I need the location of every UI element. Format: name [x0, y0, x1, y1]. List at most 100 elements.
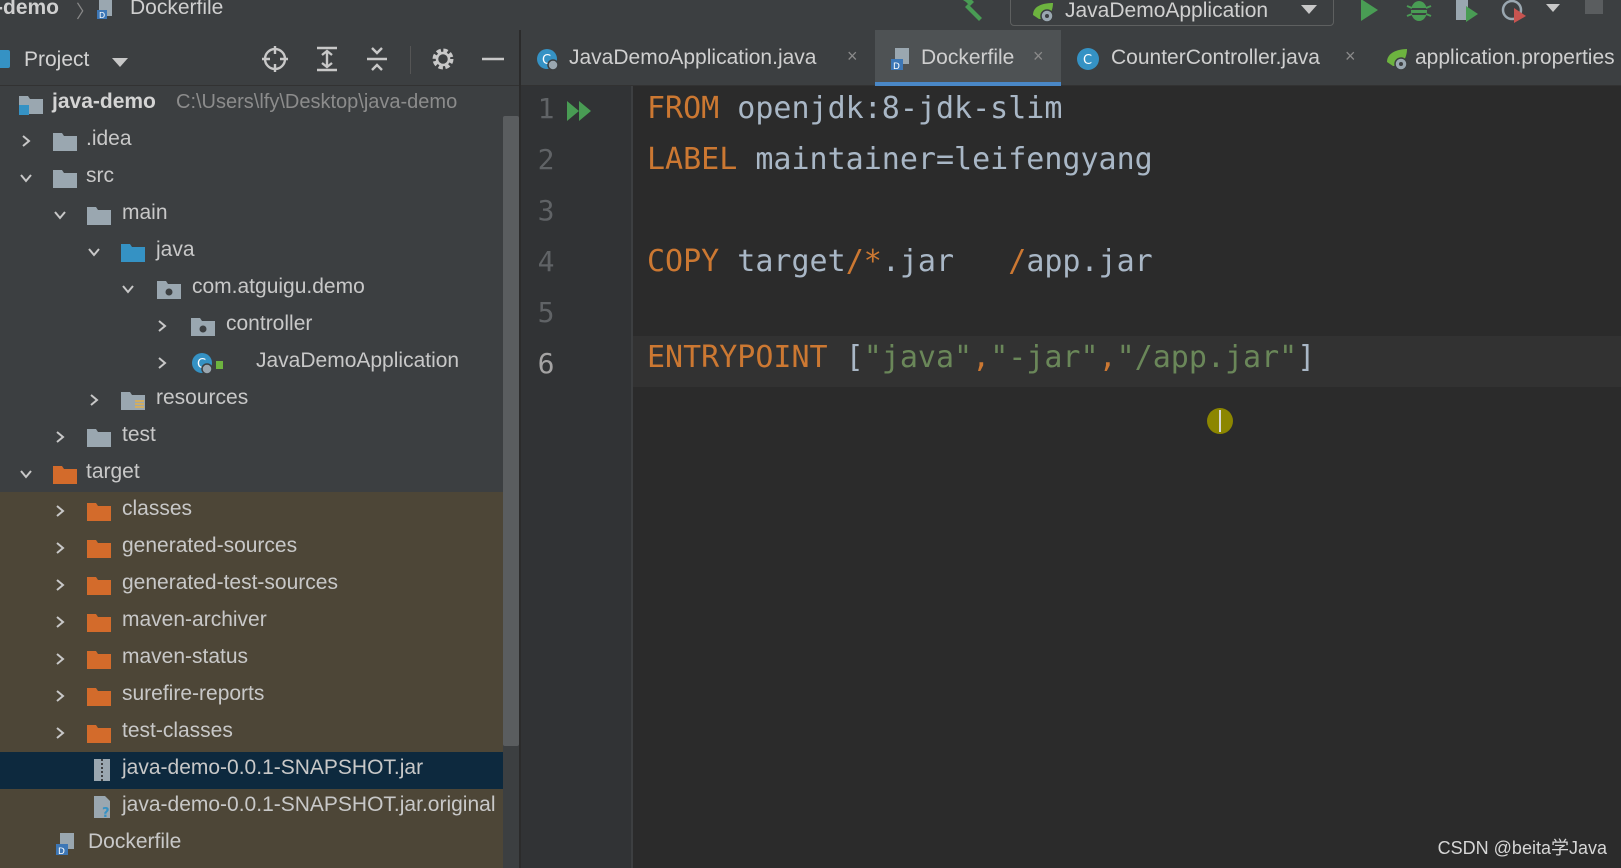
profiler-icon[interactable]	[1500, 0, 1530, 24]
chevron-right-icon[interactable]	[54, 690, 66, 702]
keyword-copy: COPY	[647, 244, 720, 279]
chevron-right-icon[interactable]	[54, 727, 66, 739]
tree-item-snapshot-jar-original[interactable]: ? java-demo-0.0.1-SNAPSHOT.jar.original	[0, 789, 503, 826]
resources-folder-icon	[121, 392, 145, 410]
code-line-1[interactable]: FROM openjdk:8-jdk-slim	[647, 91, 1062, 126]
code-line-6[interactable]: ENTRYPOINT ["java","-jar","/app.jar"]	[647, 340, 1315, 375]
svg-text:C: C	[1083, 53, 1092, 68]
tree-item-surefire-reports[interactable]: surefire-reports	[0, 678, 503, 715]
tree-item-java-demo[interactable]: java-demo C:\Users\lfy\Desktop\java-demo	[0, 86, 503, 123]
project-tree: java-demo C:\Users\lfy\Desktop\java-demo…	[0, 86, 503, 868]
collapse-all-icon[interactable]	[362, 44, 392, 74]
tab-dockerfile[interactable]: D Dockerfile ×	[875, 30, 1061, 86]
tree-item-label: maven-archiver	[122, 608, 267, 631]
chevron-down-icon[interactable]	[112, 58, 128, 67]
tree-item-src[interactable]: src	[0, 160, 503, 197]
tree-item-label: test-classes	[122, 719, 233, 742]
gutter-separator	[631, 86, 633, 868]
tree-item-test-classes[interactable]: test-classes	[0, 715, 503, 752]
run-configuration-selector[interactable]: JavaDemoApplication	[1010, 0, 1334, 26]
chevron-right-icon[interactable]	[54, 616, 66, 628]
run-with-coverage-icon[interactable]	[1452, 0, 1482, 24]
tree-item-class-javademoapplication[interactable]: C JavaDemoApplication	[0, 345, 503, 382]
string-literal: "-jar"	[990, 340, 1099, 375]
tab-application-properties[interactable]: application.properties	[1371, 30, 1621, 86]
code-text: maintainer=leifengyang	[737, 142, 1153, 177]
tree-item-label: controller	[226, 312, 313, 335]
tree-item-target[interactable]: target	[0, 456, 503, 493]
more-run-options-chevron-icon[interactable]	[1546, 4, 1560, 12]
tree-item-maven-archiver[interactable]: maven-archiver	[0, 604, 503, 641]
chevron-down-icon[interactable]	[20, 172, 32, 184]
breadcrumb-project[interactable]: -demo	[0, 0, 59, 20]
tree-item-package-controller[interactable]: controller	[0, 308, 503, 345]
tab-label: Dockerfile	[921, 46, 1015, 69]
build-hammer-icon[interactable]	[956, 0, 986, 22]
breadcrumb-file[interactable]: Dockerfile	[130, 0, 223, 20]
chevron-down-icon[interactable]	[88, 246, 100, 258]
tree-item-label: java-demo	[52, 90, 156, 113]
tree-item-label: target	[86, 460, 140, 483]
chevron-right-icon[interactable]	[54, 431, 66, 443]
code-line-2[interactable]: LABEL maintainer=leifengyang	[647, 142, 1153, 177]
spring-boot-class-icon: C	[192, 353, 223, 375]
editor-gutter[interactable]: 1 2 3 4 5 6	[521, 86, 631, 868]
tree-item-test[interactable]: test	[0, 419, 503, 456]
tab-countercontroller-java[interactable]: C CounterController.java ×	[1061, 30, 1371, 86]
tree-item-maven-status[interactable]: maven-status	[0, 641, 503, 678]
tab-close-icon[interactable]: ×	[847, 46, 858, 67]
tab-javademoapplication-java[interactable]: C JavaDemoApplication.java ×	[521, 30, 865, 86]
tree-item-package-com-atguigu-demo[interactable]: com.atguigu.demo	[0, 271, 503, 308]
tab-close-icon[interactable]: ×	[1345, 46, 1356, 67]
keyword-entrypoint: ENTRYPOINT	[647, 340, 828, 375]
chevron-right-icon[interactable]	[88, 394, 100, 406]
stop-icon[interactable]	[1585, 0, 1603, 14]
run-gutter-double-arrow-icon[interactable]	[565, 98, 595, 124]
spring-boot-class-icon: C	[537, 49, 559, 71]
chevron-right-icon[interactable]	[54, 579, 66, 591]
package-icon	[191, 318, 215, 336]
code-text: ]	[1297, 340, 1316, 375]
chevron-right-icon[interactable]	[54, 505, 66, 517]
code-line-4[interactable]: COPY target/*.jar /app.jar	[647, 244, 1153, 279]
folder-icon	[53, 170, 77, 188]
tree-item-classes[interactable]: classes	[0, 493, 503, 530]
tree-item-dockerfile[interactable]: D Dockerfile	[0, 826, 503, 863]
tree-item-idea[interactable]: .idea	[0, 123, 503, 160]
debug-bug-icon[interactable]	[1404, 0, 1434, 24]
run-configuration-label: JavaDemoApplication	[1065, 0, 1269, 22]
locate-target-icon[interactable]	[260, 44, 290, 74]
tree-item-resources[interactable]: resources	[0, 382, 503, 419]
chevron-right-icon[interactable]	[156, 320, 168, 332]
project-tree-scrollbar-thumb[interactable]	[503, 116, 519, 746]
project-view-icon	[0, 50, 10, 68]
chevron-right-icon[interactable]	[156, 357, 168, 369]
tree-item-label: java-demo-0.0.1-SNAPSHOT.jar	[122, 756, 424, 779]
project-view-selector[interactable]: Project	[24, 48, 89, 72]
tree-item-main[interactable]: main	[0, 197, 503, 234]
tab-label: application.properties	[1415, 46, 1615, 69]
svg-text:D: D	[99, 11, 105, 20]
code-text: openjdk:8-jdk-slim	[719, 91, 1063, 126]
package-icon	[157, 281, 181, 299]
gear-icon[interactable]	[428, 44, 458, 74]
chevron-down-icon[interactable]	[20, 468, 32, 480]
chevron-right-icon[interactable]	[54, 653, 66, 665]
excluded-folder-icon	[87, 725, 111, 743]
chevron-right-icon[interactable]	[54, 542, 66, 554]
code-editor[interactable]: 1 2 3 4 5 6 FROM openjdk:8-jdk-slim LABE…	[521, 86, 1621, 868]
tree-item-generated-sources[interactable]: generated-sources	[0, 530, 503, 567]
tree-item-snapshot-jar[interactable]: java-demo-0.0.1-SNAPSHOT.jar	[0, 752, 503, 789]
expand-all-icon[interactable]	[312, 44, 342, 74]
chevron-down-icon[interactable]	[54, 209, 66, 221]
chevron-down-icon	[1301, 5, 1317, 14]
hide-panel-minus-icon[interactable]	[478, 44, 508, 74]
tree-item-generated-test-sources[interactable]: generated-test-sources	[0, 567, 503, 604]
code-text: app.jar	[1026, 244, 1153, 279]
line-number: 5	[537, 296, 555, 329]
tree-item-java[interactable]: java	[0, 234, 503, 271]
chevron-right-icon[interactable]	[20, 135, 32, 147]
run-icon[interactable]	[1354, 0, 1384, 24]
chevron-down-icon[interactable]	[122, 283, 134, 295]
tab-close-icon[interactable]: ×	[1033, 46, 1044, 67]
